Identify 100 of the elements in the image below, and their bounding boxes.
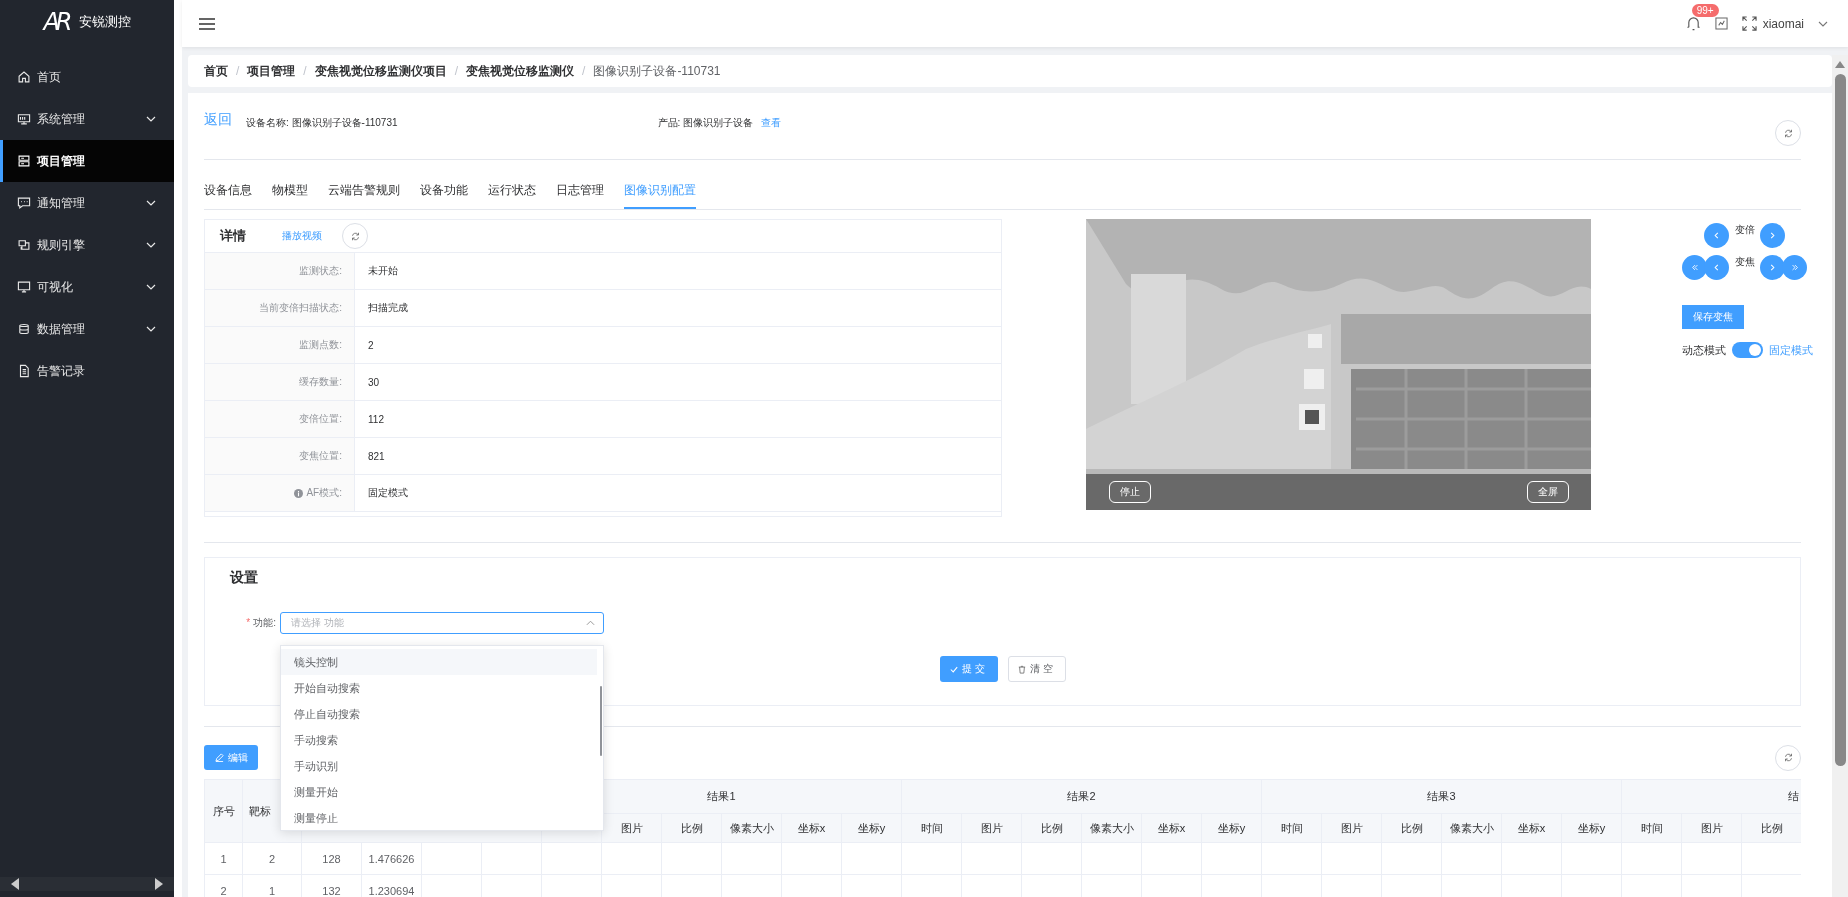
zoom-in-button[interactable] bbox=[1760, 222, 1785, 248]
dropdown-option[interactable]: 镜头控制 bbox=[281, 649, 597, 675]
report-icon[interactable] bbox=[1714, 17, 1728, 30]
scroll-up-icon[interactable] bbox=[1835, 61, 1845, 68]
zoom-label: 变倍 bbox=[1733, 223, 1756, 237]
user-name[interactable]: xiaomai bbox=[1762, 16, 1804, 31]
scrollbar[interactable] bbox=[1832, 55, 1848, 897]
table-cell: 2 bbox=[204, 874, 243, 897]
column-header: 像素大小 bbox=[1441, 813, 1502, 843]
zoom-out-button[interactable] bbox=[1704, 222, 1729, 248]
focus-fast-back-button[interactable] bbox=[1682, 254, 1707, 280]
menu-icon[interactable] bbox=[199, 17, 215, 30]
tab[interactable]: 物模型 bbox=[272, 173, 308, 209]
settings-title: 设置 bbox=[230, 569, 259, 587]
scroll-right-icon[interactable] bbox=[154, 878, 164, 890]
detail-value: 821 bbox=[367, 449, 385, 464]
column-group-header: 结 bbox=[1621, 779, 1801, 814]
breadcrumb-item[interactable]: 变焦视觉位移监测仪 bbox=[466, 62, 575, 80]
chevron-down-icon[interactable] bbox=[1818, 20, 1828, 27]
column-header: 比例 bbox=[1381, 813, 1442, 843]
column-group-header: 结果3 bbox=[1261, 779, 1622, 814]
column-header: 比例 bbox=[1021, 813, 1082, 843]
caret-icon bbox=[586, 620, 595, 626]
fullscreen-icon[interactable] bbox=[1741, 16, 1757, 31]
scrollbar[interactable] bbox=[0, 877, 174, 891]
dropdown-option[interactable]: 开始自动搜索 bbox=[281, 675, 597, 701]
screen-icon bbox=[17, 280, 31, 294]
column-header: 坐标y bbox=[1201, 813, 1262, 843]
focus-label: 变焦 bbox=[1733, 255, 1756, 269]
column-header: 坐标y bbox=[841, 813, 902, 843]
breadcrumb-separator: / bbox=[303, 64, 307, 78]
column-header: 坐标x bbox=[1501, 813, 1562, 843]
brand-name: 安锐测控 bbox=[78, 13, 131, 31]
detail-label-text: 变焦位置: bbox=[299, 449, 342, 463]
detail-value: 2 bbox=[367, 338, 374, 353]
scrollbar[interactable] bbox=[600, 686, 602, 756]
column-header: 图片 bbox=[961, 813, 1022, 843]
column-header: 时间 bbox=[1621, 813, 1682, 843]
info-icon bbox=[294, 488, 304, 498]
tab[interactable]: 设备功能 bbox=[420, 173, 468, 209]
table-cell: 128 bbox=[301, 842, 362, 875]
detail-value: 112 bbox=[367, 412, 384, 427]
home-icon bbox=[17, 70, 31, 84]
document-icon bbox=[17, 364, 31, 378]
bell-icon[interactable] bbox=[1685, 16, 1701, 31]
chevron-left-icon bbox=[1713, 263, 1720, 271]
breadcrumb-separator: / bbox=[454, 64, 459, 78]
sidebar-item[interactable]: 通知管理 bbox=[0, 182, 174, 224]
double-chevron-right-icon bbox=[1790, 263, 1799, 271]
tab[interactable]: 日志管理 bbox=[556, 173, 604, 209]
double-chevron-left-icon bbox=[1690, 263, 1699, 271]
column-header: 坐标x bbox=[781, 813, 842, 843]
column-header: 坐标x bbox=[1141, 813, 1202, 843]
mode-switch[interactable] bbox=[1732, 342, 1763, 358]
sidebar-item[interactable]: 数据管理 bbox=[0, 308, 174, 350]
tab[interactable]: 设备信息 bbox=[204, 173, 252, 209]
monitor-icon bbox=[17, 112, 31, 126]
focus-fast-forward-button[interactable] bbox=[1782, 254, 1807, 280]
sidebar-item[interactable]: 项目管理 bbox=[0, 140, 174, 182]
sidebar-item[interactable]: 首页 bbox=[0, 56, 174, 98]
refresh-button[interactable] bbox=[342, 223, 368, 249]
refresh-button[interactable] bbox=[1775, 120, 1801, 146]
detail-label-text: 变倍位置: bbox=[299, 412, 342, 426]
sidebar-item[interactable]: 系统管理 bbox=[0, 98, 174, 140]
breadcrumb-item[interactable]: 变焦视觉位移监测仪项目 bbox=[314, 62, 447, 80]
clear-button[interactable]: 清空 bbox=[1007, 656, 1066, 682]
database-icon bbox=[17, 322, 31, 336]
refresh-button[interactable] bbox=[1775, 744, 1801, 771]
focus-forward-button[interactable] bbox=[1760, 254, 1785, 280]
detail-label-text: 监测点数: bbox=[299, 338, 342, 352]
column-header: 图片 bbox=[1321, 813, 1382, 843]
dropdown-option[interactable]: 停止自动搜索 bbox=[281, 701, 597, 727]
dropdown-option[interactable]: 手动识别 bbox=[281, 753, 597, 779]
detail-label-text: AF模式: bbox=[306, 486, 342, 500]
column-header: 坐标y bbox=[1561, 813, 1622, 843]
tab[interactable]: 运行状态 bbox=[488, 173, 536, 209]
sidebar-item[interactable]: 可视化 bbox=[0, 266, 174, 308]
breadcrumb-item[interactable]: 首页 bbox=[204, 62, 228, 80]
refresh-icon bbox=[1783, 753, 1793, 762]
tab[interactable]: 云端告警规则 bbox=[328, 173, 400, 209]
detail-label-text: 缓存数量: bbox=[299, 375, 342, 389]
table-cell: 2 bbox=[242, 842, 302, 875]
stop-button[interactable]: 停止 bbox=[1109, 481, 1151, 503]
table-cell: 1.476626 bbox=[361, 842, 422, 875]
refresh-icon bbox=[1783, 128, 1793, 138]
scroll-left-icon[interactable] bbox=[10, 878, 20, 890]
detail-value: 未开始 bbox=[367, 264, 398, 278]
chat-icon bbox=[17, 196, 31, 210]
sidebar-item[interactable]: 告警记录 bbox=[0, 350, 174, 392]
dropdown-option[interactable]: 手动搜索 bbox=[281, 727, 597, 753]
breadcrumb-separator: / bbox=[236, 64, 240, 78]
fullscreen-button[interactable]: 全屏 bbox=[1527, 481, 1569, 503]
logo: AR bbox=[43, 8, 71, 36]
notification-badge: 99+ bbox=[1691, 4, 1719, 17]
sidebar-item[interactable]: 规则引擎 bbox=[0, 224, 174, 266]
cards-icon bbox=[17, 238, 31, 252]
chevron-right-icon bbox=[1769, 263, 1776, 271]
focus-back-button[interactable] bbox=[1704, 254, 1729, 280]
breadcrumb-item[interactable]: 项目管理 bbox=[247, 62, 296, 80]
column-header: 像素大小 bbox=[1081, 813, 1142, 843]
